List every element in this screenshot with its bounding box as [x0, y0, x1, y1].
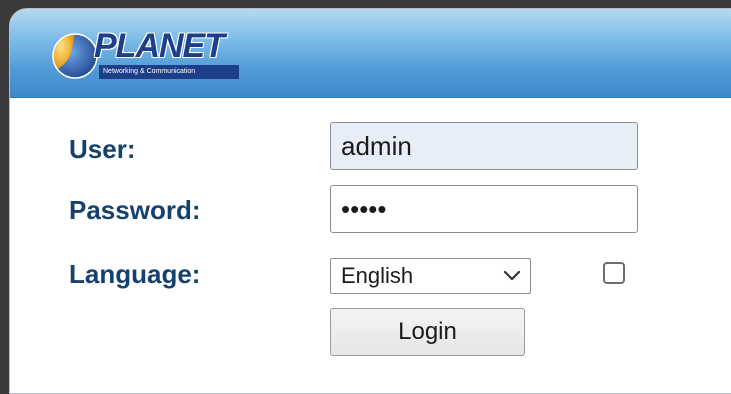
planet-logo: PLANET Networking & Communication	[46, 25, 246, 81]
brand-tagline: Networking & Communication	[99, 65, 239, 79]
login-window: PLANET Networking & Communication User: …	[9, 8, 731, 394]
chevron-down-icon	[503, 270, 521, 281]
globe-icon	[52, 33, 98, 79]
password-input[interactable]	[330, 185, 638, 233]
language-select[interactable]: English	[330, 258, 531, 294]
login-button[interactable]: Login	[330, 308, 525, 356]
language-selected-value: English	[341, 263, 414, 288]
password-label: Password:	[69, 195, 201, 225]
user-input[interactable]	[330, 122, 638, 170]
language-label: Language:	[69, 259, 201, 289]
brand-name: PLANET	[94, 27, 225, 65]
remember-checkbox[interactable]	[603, 262, 625, 284]
user-label: User:	[69, 134, 136, 164]
header-banner: PLANET Networking & Communication	[10, 9, 731, 98]
